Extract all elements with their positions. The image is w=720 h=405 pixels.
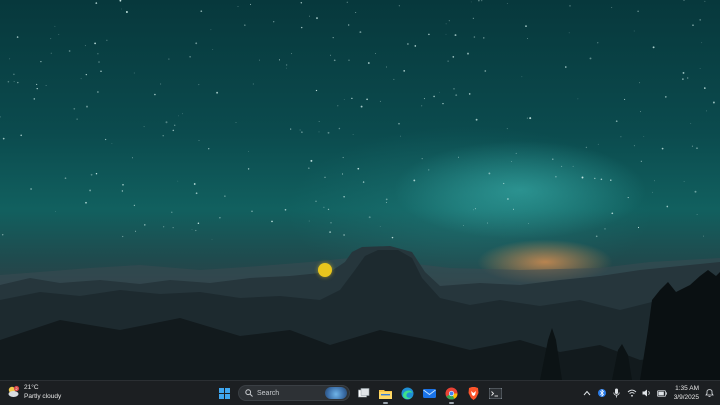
search-icon [245, 389, 253, 397]
wifi-icon[interactable] [627, 388, 637, 398]
chevron-up-icon[interactable] [582, 388, 592, 398]
bluetooth-icon[interactable] [597, 388, 607, 398]
weather-condition: Partly cloudy [24, 393, 62, 400]
weather-temperature: 21°C [24, 384, 39, 391]
chrome-icon[interactable] [443, 385, 460, 404]
speaker-icon[interactable] [642, 388, 652, 398]
notification-bell-icon[interactable] [704, 388, 714, 398]
clock[interactable]: 1:35 AM 3/9/2025 [674, 384, 699, 402]
search-box[interactable]: Search [238, 385, 350, 401]
edge-icon[interactable] [399, 385, 416, 402]
battery-icon[interactable] [656, 388, 667, 398]
file-explorer-icon[interactable] [377, 385, 394, 404]
terminal-icon[interactable] [487, 385, 504, 402]
taskbar-center: Search [216, 383, 504, 404]
mountain-silhouette [0, 246, 720, 380]
cursor-highlight [318, 263, 332, 277]
brave-icon[interactable] [465, 385, 482, 402]
microphone-icon[interactable] [612, 388, 622, 398]
task-view-icon[interactable] [355, 385, 372, 402]
system-tray: 1:35 AM 3/9/2025 [582, 383, 714, 403]
clock-time: 1:35 AM [675, 385, 699, 392]
desktop[interactable] [0, 0, 720, 380]
weather-widget[interactable]: 2 21°C Partly cloudy [6, 383, 61, 401]
partly-cloudy-icon: 2 [6, 385, 20, 399]
mail-icon[interactable] [421, 385, 438, 402]
search-label: Search [257, 389, 280, 397]
search-highlight-icon [325, 387, 347, 399]
start-icon[interactable] [216, 385, 233, 402]
taskbar: 2 21°C Partly cloudy Search 1:35 AM 3/9/… [0, 380, 720, 405]
clock-date: 3/9/2025 [673, 394, 699, 401]
